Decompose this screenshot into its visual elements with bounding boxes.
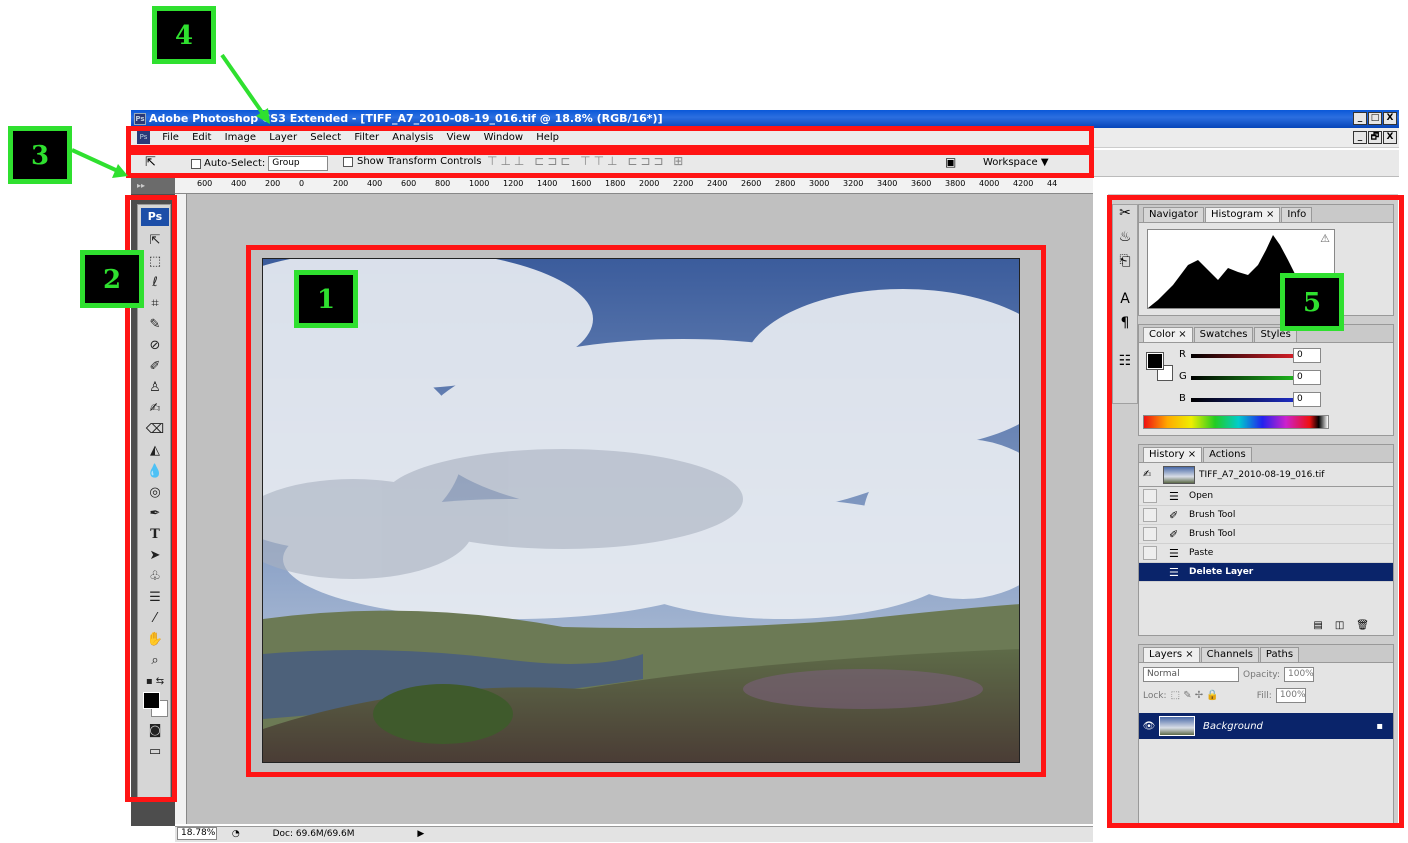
annotation-label-4: 4 (152, 6, 216, 64)
annotation-label-5: 5 (1280, 273, 1344, 331)
foreground-color[interactable] (143, 692, 160, 709)
annotation-label-1: 1 (294, 270, 358, 328)
annotation-label-2: 2 (80, 250, 144, 308)
annotation-label-3: 3 (8, 126, 72, 184)
annotation-arrows (71, 53, 270, 178)
